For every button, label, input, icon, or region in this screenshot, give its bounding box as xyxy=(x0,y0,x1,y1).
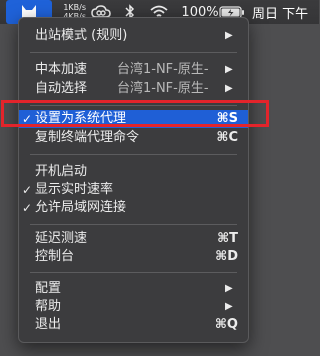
menu-item-latency-test[interactable]: 延迟测速 ⌘T xyxy=(19,230,248,248)
checkmark-icon: ✓ xyxy=(22,183,33,197)
submenu-arrow-icon: ▶ xyxy=(225,283,233,294)
menu-separator xyxy=(30,154,237,155)
submenu-arrow-icon: ▶ xyxy=(225,64,233,75)
menu-item-label: 允许局域网连接 xyxy=(35,200,127,215)
submenu-arrow-icon: ▶ xyxy=(225,83,233,94)
menu-item-show-speed[interactable]: ✓ 显示实时速率 xyxy=(19,181,248,199)
menu-item-label: 帮助 xyxy=(35,299,62,314)
menu-item-label: 复制终端代理命令 xyxy=(35,130,140,145)
clashx-dropdown-menu: 出站模式 (规则) ▶ 中本加速 台湾1-NF-原生- ▶ 自动选择 台湾1-N… xyxy=(18,17,249,343)
menu-separator xyxy=(30,52,237,53)
menu-item-label: 显示实时速率 xyxy=(35,182,114,197)
keyboard-shortcut: ⌘Q xyxy=(214,317,238,332)
menu-item-dashboard[interactable]: 控制台 ⌘D xyxy=(19,248,248,266)
menu-item-relay[interactable]: 中本加速 台湾1-NF-原生- ▶ xyxy=(19,61,248,79)
keyboard-shortcut: ⌘D xyxy=(215,249,238,264)
upload-speed: 1KB/s xyxy=(63,3,86,12)
menu-item-selected-value: 台湾1-NF-原生- xyxy=(117,62,209,77)
submenu-arrow-icon: ▶ xyxy=(225,301,233,312)
submenu-arrow-icon: ▶ xyxy=(225,30,233,41)
menu-item-label: 退出 xyxy=(35,317,62,332)
menu-separator xyxy=(30,272,237,273)
menu-item-config[interactable]: 配置 ▶ xyxy=(19,280,248,298)
menu-item-help[interactable]: 帮助 ▶ xyxy=(19,298,248,316)
keyboard-shortcut: ⌘C xyxy=(216,130,238,145)
annotation-highlight-box xyxy=(1,100,269,127)
menu-item-label: 控制台 xyxy=(35,249,75,264)
menu-item-label: 自动选择 xyxy=(35,81,88,96)
menu-item-label: 配置 xyxy=(35,281,62,296)
keyboard-shortcut: ⌘T xyxy=(217,231,238,246)
menu-item-auto-select[interactable]: 自动选择 台湾1-NF-原生- ▶ xyxy=(19,80,248,98)
menu-separator xyxy=(30,224,237,225)
menu-item-label: 开机启动 xyxy=(35,164,88,179)
menu-item-allow-lan[interactable]: ✓ 允许局域网连接 xyxy=(19,199,248,217)
menu-item-copy-terminal-proxy[interactable]: 复制终端代理命令 ⌘C xyxy=(19,129,248,147)
menu-item-launch-at-login[interactable]: 开机启动 xyxy=(19,163,248,181)
menu-item-label: 延迟测速 xyxy=(35,231,88,246)
menu-item-quit[interactable]: 退出 ⌘Q xyxy=(19,316,248,334)
checkmark-icon: ✓ xyxy=(22,201,33,215)
menu-item-selected-value: 台湾1-NF-原生- xyxy=(117,81,209,96)
menu-item-label: 出站模式 (规则) xyxy=(35,28,128,43)
menu-item-label: 中本加速 xyxy=(35,62,88,77)
menubar-datetime[interactable]: 周日 下午 xyxy=(252,0,320,24)
menu-item-outbound-mode[interactable]: 出站模式 (规则) ▶ xyxy=(19,27,248,45)
